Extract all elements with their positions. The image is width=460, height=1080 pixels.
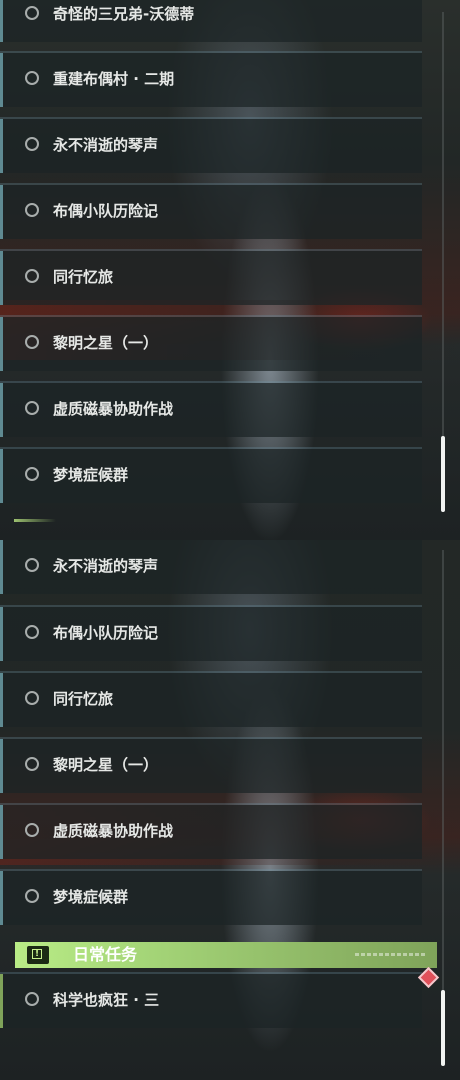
- quest-label: 奇怪的三兄弟-沃德蒂: [53, 5, 195, 23]
- quest-list-panel-top: 奇怪的三兄弟-沃德蒂 重建布偶村 · 二期 永不消逝的琴声 布偶小队历险记 同行…: [0, 0, 460, 540]
- radio-circle-icon: [25, 625, 39, 639]
- quest-label: 永不消逝的琴声: [53, 136, 159, 154]
- quest-label: 同行忆旅: [53, 690, 114, 708]
- quest-item[interactable]: 永不消逝的琴声: [0, 119, 422, 173]
- alert-icon: !: [27, 946, 49, 964]
- quest-label: 梦境症候群: [53, 888, 129, 906]
- quest-label: 黎明之星（一）: [53, 334, 159, 352]
- daily-quest-item[interactable]: 科学也疯狂 · 三: [0, 974, 422, 1028]
- quest-item[interactable]: 同行忆旅: [0, 673, 422, 727]
- quest-item[interactable]: 黎明之星（一）: [0, 739, 422, 793]
- radio-circle-icon: [25, 691, 39, 705]
- scrollbar-thumb[interactable]: [441, 436, 445, 512]
- section-title: 日常任务: [73, 945, 138, 964]
- quest-label: 永不消逝的琴声: [53, 557, 159, 575]
- quest-item[interactable]: 永不消逝的琴声: [0, 540, 422, 594]
- list-divider: [14, 519, 56, 522]
- radio-circle-icon: [25, 137, 39, 151]
- quest-item[interactable]: 梦境症候群: [0, 449, 422, 503]
- radio-circle-icon: [25, 889, 39, 903]
- quest-label: 虚质磁暴协助作战: [53, 822, 174, 840]
- quest-label: 黎明之星（一）: [53, 756, 159, 774]
- radio-circle-icon: [25, 71, 39, 85]
- quest-label: 重建布偶村 · 二期: [53, 70, 175, 88]
- header-decoration: [355, 953, 425, 956]
- quest-label: 虚质磁暴协助作战: [53, 400, 174, 418]
- quest-item[interactable]: 奇怪的三兄弟-沃德蒂: [0, 0, 422, 42]
- quest-item[interactable]: 布偶小队历险记: [0, 185, 422, 239]
- quest-label: 布偶小队历险记: [53, 624, 159, 642]
- radio-circle-icon: [25, 269, 39, 283]
- scrollbar-thumb[interactable]: [441, 990, 445, 1066]
- radio-circle-icon: [25, 467, 39, 481]
- quest-item[interactable]: 梦境症候群: [0, 871, 422, 925]
- radio-circle-icon: [25, 6, 39, 20]
- quest-item[interactable]: 黎明之星（一）: [0, 317, 422, 371]
- quest-label: 科学也疯狂 · 三: [53, 991, 160, 1009]
- quest-item[interactable]: 虚质磁暴协助作战: [0, 383, 422, 437]
- radio-circle-icon: [25, 401, 39, 415]
- radio-circle-icon: [25, 335, 39, 349]
- radio-circle-icon: [25, 558, 39, 572]
- radio-circle-icon: [25, 823, 39, 837]
- daily-tasks-header[interactable]: ! 日常任务: [15, 942, 437, 968]
- quest-item[interactable]: 同行忆旅: [0, 251, 422, 305]
- quest-label: 梦境症候群: [53, 466, 129, 484]
- radio-circle-icon: [25, 203, 39, 217]
- quest-item[interactable]: 虚质磁暴协助作战: [0, 805, 422, 859]
- quest-label: 同行忆旅: [53, 268, 114, 286]
- quest-item[interactable]: 布偶小队历险记: [0, 607, 422, 661]
- radio-circle-icon: [25, 757, 39, 771]
- scrollbar-track[interactable]: [442, 550, 444, 1065]
- quest-label: 布偶小队历险记: [53, 202, 159, 220]
- radio-circle-icon: [25, 992, 39, 1006]
- quest-list-panel-bottom: 永不消逝的琴声 布偶小队历险记 同行忆旅 黎明之星（一） 虚质磁暴协助作战 梦境…: [0, 540, 460, 1080]
- quest-item[interactable]: 重建布偶村 · 二期: [0, 53, 422, 107]
